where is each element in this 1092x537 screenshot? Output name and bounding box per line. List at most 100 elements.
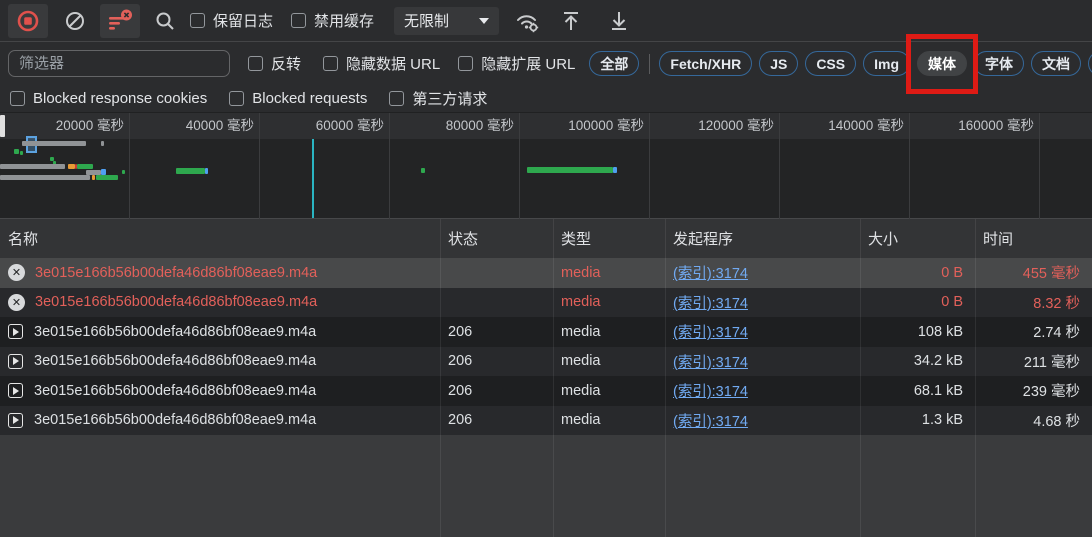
initiator-link[interactable]: (索引):3174 (673, 325, 748, 341)
cell-initiator: (索引):3174 (665, 410, 860, 431)
filter-pill-文档[interactable]: 文档 (1031, 51, 1081, 76)
blocked-requests-checkbox[interactable] (229, 91, 244, 106)
waterfall-bar (92, 175, 95, 180)
filter-bar: 反转 隐藏数据 URL 隐藏扩展 URL 全部Fetch/XHRJSCSSImg… (0, 43, 1092, 84)
column-header-size[interactable]: 大小 (860, 228, 975, 249)
timeline-playhead (312, 139, 314, 218)
table-row[interactable]: ✕3e015e166b56b00defa46d86bf08eae9.m4amed… (0, 288, 1092, 318)
initiator-link[interactable]: (索引):3174 (673, 266, 748, 282)
cell-time: 211 毫秒 (975, 351, 1092, 372)
request-name: 3e015e166b56b00defa46d86bf08eae9.m4a (35, 294, 317, 310)
clear-button[interactable] (64, 10, 86, 32)
waterfall-bar (205, 168, 208, 174)
cell-size: 0 B (860, 265, 975, 281)
cell-name: 3e015e166b56b00defa46d86bf08eae9.m4a (0, 383, 440, 399)
download-arrow-icon (607, 9, 631, 33)
waterfall-bar (122, 170, 125, 174)
cell-size: 108 kB (860, 324, 975, 340)
blocked-response-cookies-label: Blocked response cookies (33, 90, 207, 107)
timeline-tick-label: 100000 毫秒 (520, 113, 649, 139)
request-name: 3e015e166b56b00defa46d86bf08eae9.m4a (34, 324, 316, 340)
cell-status: 206 (440, 324, 553, 340)
filter-toggle-button[interactable] (100, 4, 140, 38)
search-icon (154, 10, 176, 32)
filter-pill-全部[interactable]: 全部 (589, 51, 639, 76)
column-header-type[interactable]: 类型 (553, 228, 665, 249)
column-header-initiator[interactable]: 发起程序 (665, 228, 860, 249)
table-row[interactable]: 3e015e166b56b00defa46d86bf08eae9.m4a206m… (0, 406, 1092, 436)
filter-pill-字体[interactable]: 字体 (974, 51, 1024, 76)
export-har-button[interactable] (607, 9, 631, 33)
hide-data-urls-checkbox[interactable] (323, 56, 338, 71)
cell-status: 206 (440, 353, 553, 369)
cell-initiator: (索引):3174 (665, 351, 860, 372)
filter-pill-JS[interactable]: JS (759, 51, 798, 76)
waterfall-bar (421, 168, 425, 173)
initiator-link[interactable]: (索引):3174 (673, 355, 748, 371)
initiator-link[interactable]: (索引):3174 (673, 414, 748, 430)
column-header-time[interactable]: 时间 (975, 228, 1092, 249)
cell-initiator: (索引):3174 (665, 321, 860, 342)
wifi-gear-icon (513, 8, 541, 34)
pill-separator (649, 54, 650, 74)
filter-input[interactable] (8, 50, 230, 77)
waterfall-bar (68, 164, 75, 169)
waterfall-bar (96, 175, 118, 180)
network-conditions-button[interactable] (513, 8, 541, 34)
blocked-requests-label: Blocked requests (252, 90, 367, 107)
record-button[interactable] (8, 4, 48, 38)
cell-type: media (553, 353, 665, 369)
column-divider (860, 219, 861, 537)
cell-type: media (553, 412, 665, 428)
cell-time: 8.32 秒 (975, 292, 1092, 313)
timeline-drag-handle[interactable] (0, 115, 5, 137)
timeline-tick-label: 160000 毫秒 (910, 113, 1039, 139)
column-header-name[interactable]: 名称 (0, 228, 440, 249)
initiator-link[interactable]: (索引):3174 (673, 384, 748, 400)
blocked-response-cookies-checkbox[interactable] (10, 91, 25, 106)
request-name: 3e015e166b56b00defa46d86bf08eae9.m4a (34, 353, 316, 369)
request-name: 3e015e166b56b00defa46d86bf08eae9.m4a (35, 265, 317, 281)
record-icon (15, 8, 41, 34)
timeline-tick-label: 40000 毫秒 (130, 113, 259, 139)
preserve-log-checkbox[interactable] (190, 13, 205, 28)
filter-pill-Img[interactable]: Img (863, 51, 910, 76)
cell-size: 0 B (860, 294, 975, 310)
throttling-dropdown[interactable]: 无限制 (394, 7, 499, 35)
table-row[interactable]: ✕3e015e166b56b00defa46d86bf08eae9.m4amed… (0, 258, 1092, 288)
cell-name: ✕ 3e015e166b56b00defa46d86bf08eae9.m4a (0, 294, 440, 311)
filter-pill-CSS[interactable]: CSS (805, 51, 856, 76)
cell-status: 206 (440, 383, 553, 399)
table-row[interactable]: 3e015e166b56b00defa46d86bf08eae9.m4a 206m… (0, 347, 1092, 377)
filter-pill-WS[interactable]: WS (1088, 51, 1092, 76)
timeline-tick-label: 120000 毫秒 (650, 113, 779, 139)
initiator-link[interactable]: (索引):3174 (673, 296, 748, 312)
column-divider (553, 219, 554, 537)
cell-time: 455 毫秒 (975, 262, 1092, 283)
play-triangle (13, 328, 19, 336)
cell-time: 239 毫秒 (975, 380, 1092, 401)
invert-checkbox[interactable] (248, 56, 263, 71)
filter-pill-媒体[interactable]: 媒体 (917, 51, 967, 76)
hide-extension-urls-checkbox[interactable] (458, 56, 473, 71)
cell-name: 3e015e166b56b00defa46d86bf08eae9.m4a (0, 324, 440, 340)
filter-pill-Fetch/XHR[interactable]: Fetch/XHR (659, 51, 752, 76)
timeline-tick-label: 60000 毫秒 (260, 113, 389, 139)
waterfall-bar (20, 151, 23, 155)
waterfall-bar (22, 141, 86, 146)
table-row[interactable]: 3e015e166b56b00defa46d86bf08eae9.m4a206m… (0, 376, 1092, 406)
cancel-icon: ✕ (8, 264, 25, 281)
table-row[interactable]: 3e015e166b56b00defa46d86bf08eae9.m4a206m… (0, 317, 1092, 347)
import-har-button[interactable] (559, 9, 583, 33)
hide-extension-urls-label: 隐藏扩展 URL (481, 53, 575, 74)
waterfall-bar (14, 149, 19, 154)
cell-status: 206 (440, 412, 553, 428)
cell-initiator: (索引):3174 (665, 292, 860, 313)
network-overview-timeline[interactable]: 20000 毫秒40000 毫秒60000 毫秒80000 毫秒100000 毫… (0, 113, 1092, 219)
column-header-status[interactable]: 状态 (440, 228, 553, 249)
third-party-requests-checkbox[interactable] (389, 91, 404, 106)
search-button[interactable] (154, 10, 176, 32)
cancel-icon: ✕ (8, 294, 25, 311)
play-icon (8, 383, 23, 398)
disable-cache-checkbox[interactable] (291, 13, 306, 28)
